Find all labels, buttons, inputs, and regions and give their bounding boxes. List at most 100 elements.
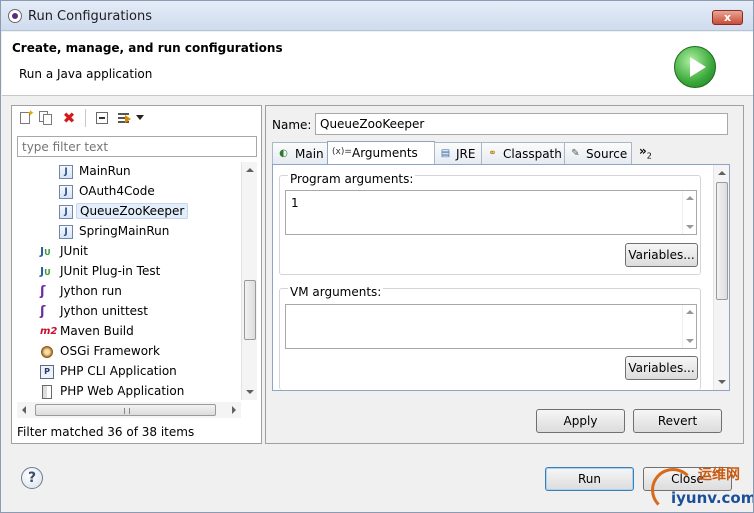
tab-label: Classpath	[503, 147, 562, 161]
configuration-editor-panel: Name: ◐ Main (x)= Arguments ▤ JRE ⚭ Clas…	[265, 105, 744, 444]
tab-label: Main	[295, 147, 324, 161]
filter-icon[interactable]	[116, 110, 132, 126]
delete-icon[interactable]: ✖	[61, 110, 77, 126]
program-arguments-field[interactable]: 1	[285, 190, 697, 235]
tab-label: JRE	[456, 147, 476, 161]
tab-classpath[interactable]: ⚭ Classpath	[481, 142, 565, 164]
tab-jre[interactable]: ▤ JRE	[434, 142, 482, 164]
window-title: Run Configurations	[28, 9, 152, 24]
arguments-vertical-scrollbar[interactable]	[713, 165, 729, 390]
maven-icon: m2	[40, 326, 58, 337]
tree-item-label: PHP CLI Application	[60, 364, 177, 378]
configuration-tree: J MainRun J OAuth4Code J QueueZooKeeper …	[12, 162, 241, 400]
scroll-left-arrow-icon[interactable]	[22, 406, 26, 414]
new-configuration-icon[interactable]: ✦	[18, 110, 35, 126]
title-bar: Run Configurations x	[1, 1, 753, 31]
tree-item-oauth4code[interactable]: J OAuth4Code	[12, 182, 241, 202]
tab-label: Source	[586, 147, 628, 161]
editor-tabs: ◐ Main (x)= Arguments ▤ JRE ⚭ Classpath …	[272, 141, 730, 165]
classpath-tab-icon: ⚭	[488, 148, 497, 159]
java-app-icon: J	[59, 185, 73, 199]
program-arguments-label: Program arguments:	[288, 172, 416, 186]
dialog-header: Create, manage, and run configurations R…	[2, 32, 753, 96]
watermark-logo: 运维网 iyunv.com	[643, 462, 754, 512]
tree-item-springmainrun[interactable]: J SpringMainRun	[12, 222, 241, 242]
tab-main[interactable]: ◐ Main	[272, 142, 328, 164]
arguments-tab-icon: (x)=	[332, 147, 352, 157]
tree-item-junit[interactable]: JU JUnit	[12, 242, 241, 262]
filter-status: Filter matched 36 of 38 items	[17, 425, 195, 439]
collapse-all-icon[interactable]	[94, 110, 110, 126]
apply-button[interactable]: Apply	[536, 409, 625, 433]
eclipse-icon	[8, 9, 22, 23]
tree-vertical-scrollbar[interactable]	[241, 162, 257, 400]
tree-item-label: JUnit Plug-in Test	[60, 264, 161, 278]
revert-button[interactable]: Revert	[633, 409, 722, 433]
tree-item-maven-build[interactable]: m2 Maven Build	[12, 322, 241, 342]
scroll-up-arrow-icon[interactable]	[718, 171, 726, 175]
tree-item-label: OSGi Framework	[60, 344, 160, 358]
tree-item-php-cli-application[interactable]: P PHP CLI Application	[12, 362, 241, 382]
view-menu-icon[interactable]	[136, 115, 144, 120]
textarea-scrollbar[interactable]	[682, 191, 696, 234]
textarea-scrollbar[interactable]	[682, 305, 696, 348]
tree-item-queuezookeeper[interactable]: J QueueZooKeeper	[12, 202, 241, 222]
vm-arguments-label: VM arguments:	[288, 285, 384, 299]
name-field[interactable]	[315, 113, 728, 135]
toolbar-separator	[85, 109, 86, 127]
program-variables-button[interactable]: Variables...	[625, 243, 698, 267]
watermark-text-en: iyunv.com	[671, 489, 754, 507]
help-icon[interactable]: ?	[21, 467, 43, 489]
osgi-icon	[41, 346, 53, 358]
scroll-down-arrow-icon[interactable]	[718, 380, 726, 384]
window-close-button[interactable]: x	[712, 10, 743, 25]
scrollbar-thumb[interactable]	[716, 182, 728, 300]
run-button[interactable]: Run	[545, 467, 634, 491]
filter-input[interactable]	[17, 136, 257, 157]
configuration-list-panel: ✦ ✖ J MainRun J	[11, 105, 262, 444]
run-configurations-dialog: Run Configurations x Create, manage, and…	[0, 0, 754, 513]
junit-plugin-icon: JU	[40, 265, 51, 278]
tree-horizontal-scrollbar[interactable]	[17, 402, 241, 418]
tree-item-label: PHP Web Application	[60, 384, 185, 398]
tree-item-label: Jython run	[60, 284, 122, 298]
java-app-icon: J	[59, 225, 73, 239]
jre-tab-icon: ▤	[440, 148, 451, 159]
more-tabs-count: 2	[646, 151, 652, 161]
header-title: Create, manage, and run configurations	[12, 41, 283, 55]
arguments-tab-content: Program arguments: 1 Variables... VM arg…	[272, 164, 730, 391]
tree-item-label: SpringMainRun	[79, 224, 170, 238]
jython-icon: ʃ	[40, 284, 46, 299]
more-tabs-button[interactable]: »2	[639, 144, 652, 160]
header-subtitle: Run a Java application	[19, 67, 153, 81]
tree-item-jython-run[interactable]: ʃ Jython run	[12, 282, 241, 302]
tab-arguments[interactable]: (x)= Arguments	[327, 141, 435, 165]
tree-item-jython-unittest[interactable]: ʃ Jython unittest	[12, 302, 241, 322]
main-tab-icon: ◐	[279, 148, 288, 159]
php-cli-icon: P	[40, 365, 54, 379]
source-tab-icon: ✎	[571, 148, 580, 159]
vm-arguments-field[interactable]	[285, 304, 697, 349]
tree-item-label: JUnit	[60, 244, 88, 258]
tab-label: Arguments	[352, 146, 418, 160]
duplicate-icon[interactable]	[38, 110, 54, 126]
vm-variables-button[interactable]: Variables...	[625, 356, 698, 380]
tab-source[interactable]: ✎ Source	[564, 142, 632, 164]
tree-item-label: QueueZooKeeper	[76, 203, 189, 219]
configuration-toolbar: ✦ ✖	[12, 106, 261, 130]
scrollbar-thumb[interactable]	[35, 404, 216, 416]
tree-item-mainrun[interactable]: J MainRun	[12, 162, 241, 182]
java-app-icon: J	[59, 165, 73, 179]
watermark-text-cn: 运维网	[698, 467, 740, 483]
tree-item-junit-plugin-test[interactable]: JU JUnit Plug-in Test	[12, 262, 241, 282]
run-banner-icon	[674, 46, 716, 88]
tree-item-label: MainRun	[79, 164, 131, 178]
scroll-right-arrow-icon[interactable]	[232, 406, 236, 414]
jython-unittest-icon: ʃ	[40, 304, 46, 319]
scroll-down-arrow-icon[interactable]	[246, 390, 254, 394]
tree-item-osgi-framework[interactable]: OSGi Framework	[12, 342, 241, 362]
scroll-up-arrow-icon[interactable]	[246, 168, 254, 172]
program-arguments-value: 1	[291, 196, 299, 210]
tree-item-php-web-application[interactable]: PHP Web Application	[12, 382, 241, 400]
scrollbar-thumb[interactable]	[244, 280, 256, 340]
